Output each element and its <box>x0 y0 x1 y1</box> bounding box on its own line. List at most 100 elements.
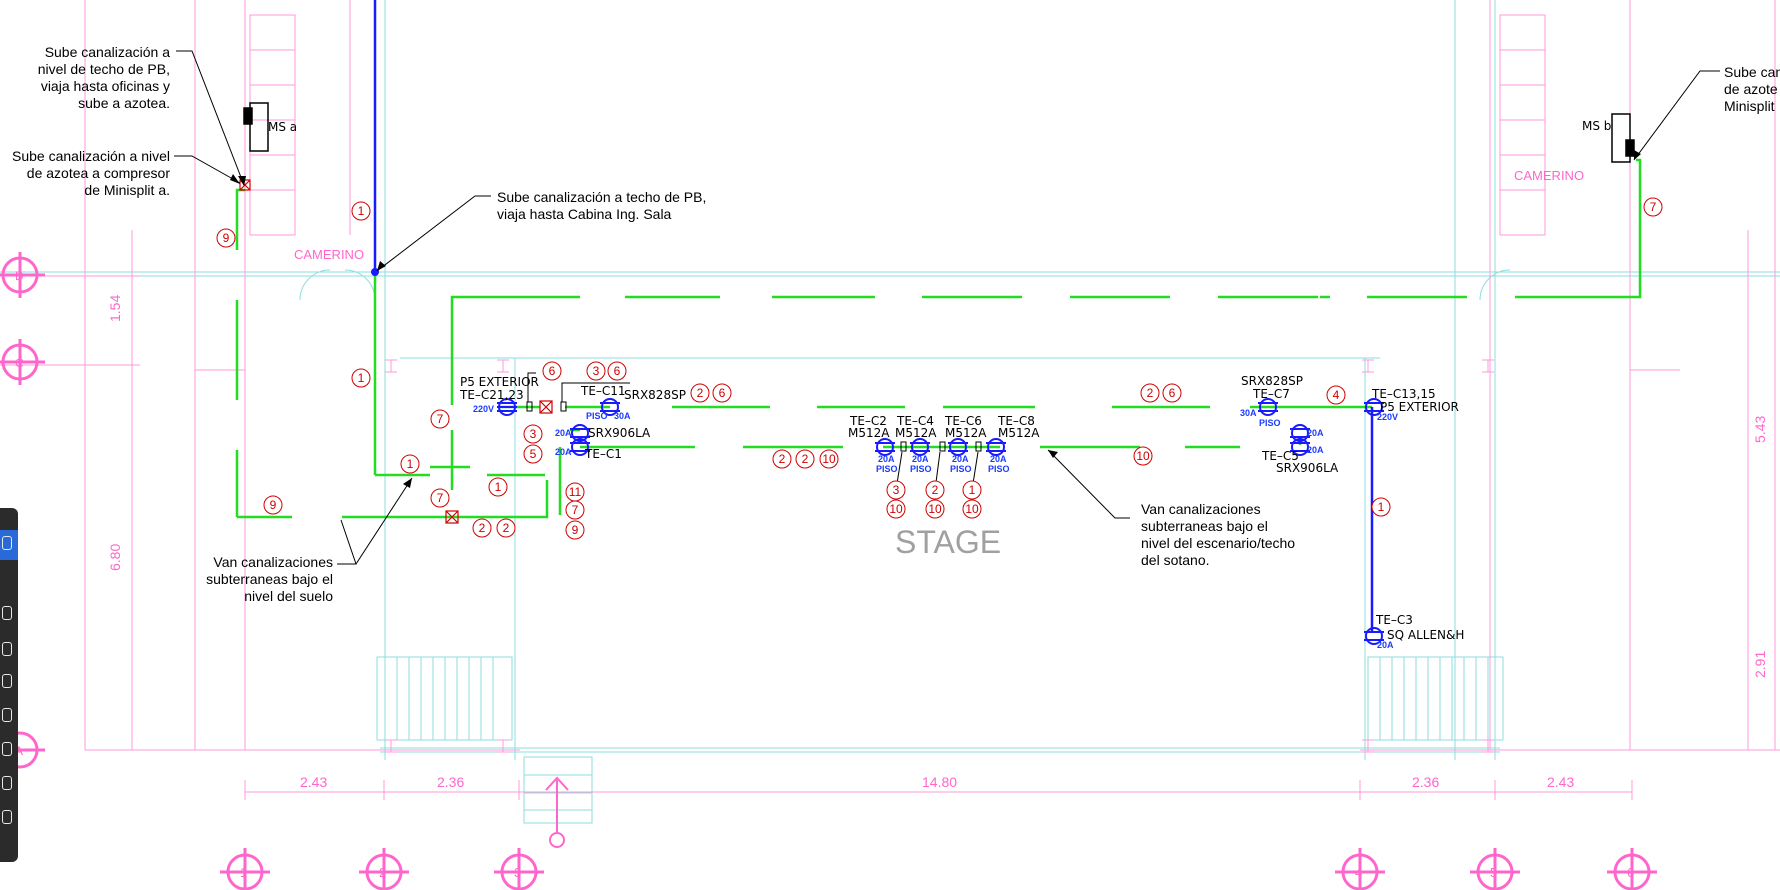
circuit-tag-label: 1 <box>495 480 502 494</box>
label-p5-left: P5 EXTERIOR <box>460 375 539 389</box>
circuit-tag-label: 6 <box>719 386 726 400</box>
label-m512-4: M512A <box>998 426 1040 440</box>
circuit-tag-label: 3 <box>530 427 537 441</box>
note-3: Sube canalización a techo de PB, viaja h… <box>497 189 706 222</box>
dim-left-1: 1.54 <box>107 295 123 322</box>
svg-text:subterraneas bajo el: subterraneas bajo el <box>1141 518 1268 534</box>
circuit-tag-label: 7 <box>437 491 444 505</box>
circuit-tag-label: 2 <box>779 452 786 466</box>
circuit-tag: 3 <box>523 424 543 444</box>
circuit-tag-label: 9 <box>223 231 230 245</box>
circuit-tag-label: 10 <box>889 502 903 516</box>
circuit-tag: 10 <box>925 499 945 519</box>
svg-text:Sube canalización a techo de P: Sube canalización a techo de PB, <box>497 189 706 205</box>
more-tools-button[interactable] <box>0 804 18 834</box>
brush-tool-button[interactable] <box>0 668 18 698</box>
note-6: Sube can de azote Minisplit <box>1724 64 1780 114</box>
label-srx828-right: SRX828SP <box>1241 374 1303 388</box>
circuit-tag-label: 2 <box>479 521 486 535</box>
circuit-tag-label: 7 <box>1650 200 1657 214</box>
circuit-tag: 7 <box>1643 197 1663 217</box>
grid-tag-2: 2 <box>379 865 386 880</box>
label-piso-c11: PISO <box>586 411 608 421</box>
circuit-tag: 2 <box>772 449 792 469</box>
label-piso-c8: PISO <box>988 464 1010 474</box>
circuit-tag-label: 1 <box>969 483 976 497</box>
circuit-tag: 2 <box>496 518 516 538</box>
circuit-tag: 1 <box>488 477 508 497</box>
svg-text:de Minisplit a.: de Minisplit a. <box>84 182 170 198</box>
grid-tag-c: C <box>15 356 24 370</box>
label-30a-c7: 30A <box>1240 408 1257 418</box>
circuit-tag-label: 6 <box>614 364 621 378</box>
circuit-tag-label: 1 <box>1378 500 1385 514</box>
circuit-tag: 11 <box>565 482 585 502</box>
room-camerino-left: CAMERINO <box>294 247 364 262</box>
circuit-tag-label: 10 <box>1136 449 1150 463</box>
circuit-tag-label: 2 <box>697 386 704 400</box>
junction-boxes <box>239 179 553 524</box>
circuit-tag-label: 2 <box>503 521 510 535</box>
svg-text:Sube canalización a nivel: Sube canalización a nivel <box>12 148 170 164</box>
circuit-tag-label: 6 <box>549 364 556 378</box>
svg-text:viaja hasta Cabina Ing. Sala: viaja hasta Cabina Ing. Sala <box>497 206 672 222</box>
circuit-tag-label: 2 <box>932 483 939 497</box>
label-sq-allen: SQ ALLEN&H <box>1387 628 1464 642</box>
circuit-tag: 10 <box>1133 446 1153 466</box>
label-m512-1: M512A <box>848 426 890 440</box>
label-te-c7: TE–C7 <box>1252 387 1290 401</box>
label-te-c1: TE–C1 <box>584 447 622 461</box>
circuit-tag: 6 <box>1162 383 1182 403</box>
measure-tool-button[interactable] <box>0 736 18 766</box>
label-srx906-right: SRX906LA <box>1276 461 1339 475</box>
dim-bottom-4: 2.36 <box>1412 774 1439 790</box>
label-20a-2: 20A <box>555 447 572 457</box>
room-camerino-right: CAMERINO <box>1514 168 1584 183</box>
pan-tool-button[interactable] <box>0 636 18 666</box>
circuit-tag: 10 <box>962 499 982 519</box>
circuit-tag: 2 <box>690 383 710 403</box>
label-20a-c2: 20A <box>878 454 895 464</box>
note-1: Sube canalización a nivel de techo de PB… <box>38 44 171 111</box>
svg-text:nivel del escenario/techo: nivel del escenario/techo <box>1141 535 1295 551</box>
circuit-tag-label: 2 <box>1147 386 1154 400</box>
circuit-tag-label: 10 <box>928 502 942 516</box>
label-srx906-left: SRX906LA <box>588 426 651 440</box>
svg-text:de azotea a compresor: de azotea a compresor <box>27 165 171 181</box>
label-piso-c6: PISO <box>950 464 972 474</box>
circuit-tag: 7 <box>430 409 450 429</box>
dim-right-1: 5.43 <box>1752 416 1768 443</box>
circuit-tag: 1 <box>400 454 420 474</box>
circuit-tag: 2 <box>472 518 492 538</box>
stamp-tool-button[interactable] <box>0 770 18 800</box>
circuit-tag: 3 <box>586 361 606 381</box>
select-tool-button[interactable] <box>0 530 18 560</box>
label-te-c21: TE–C21,23 <box>459 388 524 402</box>
grid-tag-1: 1 <box>240 865 247 880</box>
stair-arrow <box>545 776 569 848</box>
circuit-tag-label: 7 <box>437 412 444 426</box>
circuit-tag-label: 9 <box>572 523 579 537</box>
leader-lines <box>174 50 1720 565</box>
circuit-tag-label: 5 <box>530 447 537 461</box>
zoom-tool-button[interactable] <box>0 600 18 630</box>
label-te-c3: TE–C3 <box>1375 613 1413 627</box>
circuit-tag-label: 2 <box>802 452 809 466</box>
drawing-toolbar <box>0 508 18 862</box>
label-220v-right: 220V <box>1377 412 1398 422</box>
circuit-tag: 2 <box>1140 383 1160 403</box>
svg-text:nivel del suelo: nivel del suelo <box>244 588 333 604</box>
svg-text:de azote: de azote <box>1724 81 1778 97</box>
circuit-tag: 7 <box>430 488 450 508</box>
circuit-tag-label: 1 <box>358 204 365 218</box>
floor-plan-drawing: D C A 1 2 3 4 5 6 2.43 2.36 14.80 2.36 2… <box>0 0 1780 890</box>
circuit-tag: 6 <box>542 361 562 381</box>
circuit-tag: 9 <box>565 520 585 540</box>
circuit-tag: 10 <box>819 449 839 469</box>
svg-text:Van canalizaciones: Van canalizaciones <box>1141 501 1261 517</box>
frame-tool-button[interactable] <box>0 702 18 732</box>
grid-tag-5: 5 <box>1490 865 1497 880</box>
dim-bottom-3: 14.80 <box>922 774 957 790</box>
label-te-c11: TE–C11 <box>580 384 626 398</box>
dim-bottom-1: 2.43 <box>300 774 327 790</box>
